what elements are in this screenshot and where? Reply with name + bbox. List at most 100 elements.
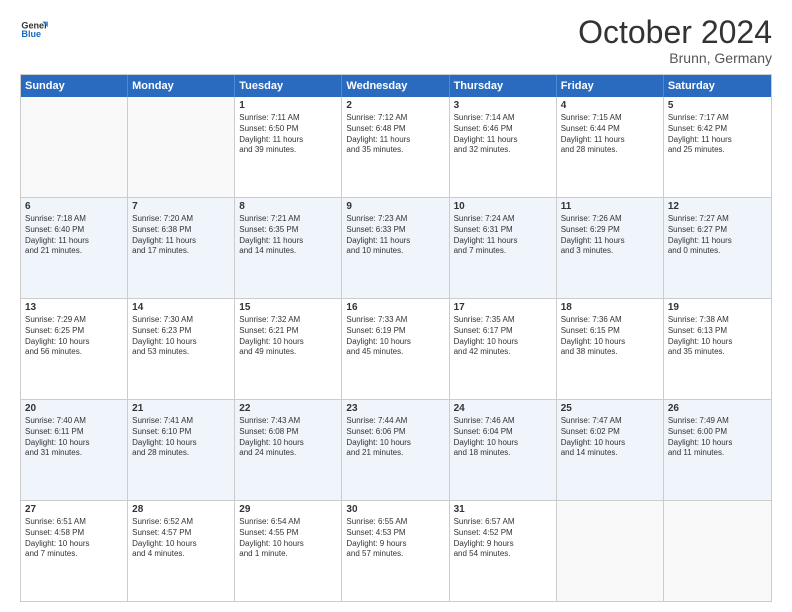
day-number: 1	[239, 100, 337, 111]
calendar-cell: 16 Sunrise: 7:33 AM Sunset: 6:19 PM Dayli…	[342, 299, 449, 399]
calendar-cell	[557, 501, 664, 601]
calendar-row: 27 Sunrise: 6:51 AM Sunset: 4:58 PM Dayli…	[21, 500, 771, 601]
cell-info: Sunrise: 6:55 AM Sunset: 4:53 PM Dayligh…	[346, 517, 444, 560]
calendar-cell: 31 Sunrise: 6:57 AM Sunset: 4:52 PM Dayli…	[450, 501, 557, 601]
calendar-cell: 6Sunrise: 7:18 AM Sunset: 6:40 PM Daylig…	[21, 198, 128, 298]
calendar-cell: 12Sunrise: 7:27 AM Sunset: 6:27 PM Dayli…	[664, 198, 771, 298]
cell-info: Sunrise: 6:51 AM Sunset: 4:58 PM Dayligh…	[25, 517, 123, 560]
calendar-cell: 18 Sunrise: 7:36 AM Sunset: 6:15 PM Dayli…	[557, 299, 664, 399]
calendar-cell: 24 Sunrise: 7:46 AM Sunset: 6:04 PM Dayli…	[450, 400, 557, 500]
cell-info: Sunrise: 7:44 AM Sunset: 6:06 PM Dayligh…	[346, 416, 444, 459]
cell-info: Sunrise: 6:54 AM Sunset: 4:55 PM Dayligh…	[239, 517, 337, 560]
calendar-row: 1 Sunrise: 7:11 AM Sunset: 6:50 PM Daylig…	[21, 97, 771, 197]
calendar-cell: 20 Sunrise: 7:40 AM Sunset: 6:11 PM Dayli…	[21, 400, 128, 500]
day-number: 3	[454, 100, 552, 111]
cell-info: Sunrise: 7:49 AM Sunset: 6:00 PM Dayligh…	[668, 416, 767, 459]
calendar-cell: 11Sunrise: 7:26 AM Sunset: 6:29 PM Dayli…	[557, 198, 664, 298]
calendar-cell: 14 Sunrise: 7:30 AM Sunset: 6:23 PM Dayli…	[128, 299, 235, 399]
calendar-cell: 28 Sunrise: 6:52 AM Sunset: 4:57 PM Dayli…	[128, 501, 235, 601]
calendar-body: 1 Sunrise: 7:11 AM Sunset: 6:50 PM Daylig…	[21, 97, 771, 601]
weekday-header: Friday	[557, 75, 664, 97]
cell-info: Sunrise: 7:32 AM Sunset: 6:21 PM Dayligh…	[239, 315, 337, 358]
cell-info: Sunrise: 7:30 AM Sunset: 6:23 PM Dayligh…	[132, 315, 230, 358]
logo: General Blue	[20, 16, 48, 44]
calendar-cell: 27 Sunrise: 6:51 AM Sunset: 4:58 PM Dayli…	[21, 501, 128, 601]
location: Brunn, Germany	[578, 50, 772, 66]
day-number: 2	[346, 100, 444, 111]
day-number: 9	[346, 201, 444, 212]
calendar-cell: 4 Sunrise: 7:15 AM Sunset: 6:44 PM Daylig…	[557, 97, 664, 197]
cell-info: Sunrise: 6:52 AM Sunset: 4:57 PM Dayligh…	[132, 517, 230, 560]
cell-info: Sunrise: 7:12 AM Sunset: 6:48 PM Dayligh…	[346, 113, 444, 156]
svg-text:Blue: Blue	[21, 29, 41, 39]
cell-info: Sunrise: 7:38 AM Sunset: 6:13 PM Dayligh…	[668, 315, 767, 358]
cell-info: Sunrise: 7:20 AM Sunset: 6:38 PM Dayligh…	[132, 214, 230, 257]
calendar-cell: 22 Sunrise: 7:43 AM Sunset: 6:08 PM Dayli…	[235, 400, 342, 500]
calendar-cell: 10 Sunrise: 7:24 AM Sunset: 6:31 PM Dayli…	[450, 198, 557, 298]
day-number: 20	[25, 403, 123, 414]
page: General Blue October 2024 Brunn, Germany…	[0, 0, 792, 612]
cell-info: Sunrise: 7:33 AM Sunset: 6:19 PM Dayligh…	[346, 315, 444, 358]
day-number: 24	[454, 403, 552, 414]
calendar-cell: 8 Sunrise: 7:21 AM Sunset: 6:35 PM Daylig…	[235, 198, 342, 298]
cell-info: Sunrise: 7:11 AM Sunset: 6:50 PM Dayligh…	[239, 113, 337, 156]
logo-icon: General Blue	[20, 16, 48, 44]
cell-info: Sunrise: 7:29 AM Sunset: 6:25 PM Dayligh…	[25, 315, 123, 358]
day-number: 16	[346, 302, 444, 313]
day-number: 18	[561, 302, 659, 313]
cell-info: Sunrise: 6:57 AM Sunset: 4:52 PM Dayligh…	[454, 517, 552, 560]
day-number: 27	[25, 504, 123, 515]
calendar-cell	[128, 97, 235, 197]
weekday-header: Thursday	[450, 75, 557, 97]
day-number: 31	[454, 504, 552, 515]
day-number: 12	[668, 201, 767, 212]
cell-info: Sunrise: 7:36 AM Sunset: 6:15 PM Dayligh…	[561, 315, 659, 358]
day-number: 26	[668, 403, 767, 414]
calendar-cell: 5Sunrise: 7:17 AM Sunset: 6:42 PM Daylig…	[664, 97, 771, 197]
calendar-header: SundayMondayTuesdayWednesdayThursdayFrid…	[21, 75, 771, 97]
cell-info: Sunrise: 7:41 AM Sunset: 6:10 PM Dayligh…	[132, 416, 230, 459]
header: General Blue October 2024 Brunn, Germany	[20, 16, 772, 66]
cell-info: Sunrise: 7:15 AM Sunset: 6:44 PM Dayligh…	[561, 113, 659, 156]
day-number: 4	[561, 100, 659, 111]
calendar-cell: 30Sunrise: 6:55 AM Sunset: 4:53 PM Dayli…	[342, 501, 449, 601]
weekday-header: Wednesday	[342, 75, 449, 97]
day-number: 15	[239, 302, 337, 313]
day-number: 21	[132, 403, 230, 414]
cell-info: Sunrise: 7:24 AM Sunset: 6:31 PM Dayligh…	[454, 214, 552, 257]
day-number: 8	[239, 201, 337, 212]
calendar-row: 20 Sunrise: 7:40 AM Sunset: 6:11 PM Dayli…	[21, 399, 771, 500]
weekday-header: Tuesday	[235, 75, 342, 97]
cell-info: Sunrise: 7:17 AM Sunset: 6:42 PM Dayligh…	[668, 113, 767, 156]
cell-info: Sunrise: 7:23 AM Sunset: 6:33 PM Dayligh…	[346, 214, 444, 257]
day-number: 28	[132, 504, 230, 515]
calendar-row: 6Sunrise: 7:18 AM Sunset: 6:40 PM Daylig…	[21, 197, 771, 298]
cell-info: Sunrise: 7:46 AM Sunset: 6:04 PM Dayligh…	[454, 416, 552, 459]
cell-info: Sunrise: 7:21 AM Sunset: 6:35 PM Dayligh…	[239, 214, 337, 257]
calendar-cell: 2 Sunrise: 7:12 AM Sunset: 6:48 PM Daylig…	[342, 97, 449, 197]
day-number: 10	[454, 201, 552, 212]
weekday-header: Monday	[128, 75, 235, 97]
day-number: 17	[454, 302, 552, 313]
calendar-cell: 19Sunrise: 7:38 AM Sunset: 6:13 PM Dayli…	[664, 299, 771, 399]
calendar-cell: 9 Sunrise: 7:23 AM Sunset: 6:33 PM Daylig…	[342, 198, 449, 298]
day-number: 29	[239, 504, 337, 515]
calendar-cell: 26 Sunrise: 7:49 AM Sunset: 6:00 PM Dayli…	[664, 400, 771, 500]
calendar-cell	[664, 501, 771, 601]
cell-info: Sunrise: 7:43 AM Sunset: 6:08 PM Dayligh…	[239, 416, 337, 459]
day-number: 14	[132, 302, 230, 313]
calendar-cell: 7 Sunrise: 7:20 AM Sunset: 6:38 PM Daylig…	[128, 198, 235, 298]
calendar-cell: 3Sunrise: 7:14 AM Sunset: 6:46 PM Daylig…	[450, 97, 557, 197]
day-number: 7	[132, 201, 230, 212]
weekday-header: Saturday	[664, 75, 771, 97]
calendar-row: 13 Sunrise: 7:29 AM Sunset: 6:25 PM Dayli…	[21, 298, 771, 399]
month-title: October 2024	[578, 16, 772, 48]
day-number: 22	[239, 403, 337, 414]
cell-info: Sunrise: 7:40 AM Sunset: 6:11 PM Dayligh…	[25, 416, 123, 459]
day-number: 13	[25, 302, 123, 313]
cell-info: Sunrise: 7:18 AM Sunset: 6:40 PM Dayligh…	[25, 214, 123, 257]
day-number: 11	[561, 201, 659, 212]
day-number: 25	[561, 403, 659, 414]
calendar-cell: 29 Sunrise: 6:54 AM Sunset: 4:55 PM Dayli…	[235, 501, 342, 601]
calendar-cell: 15 Sunrise: 7:32 AM Sunset: 6:21 PM Dayli…	[235, 299, 342, 399]
